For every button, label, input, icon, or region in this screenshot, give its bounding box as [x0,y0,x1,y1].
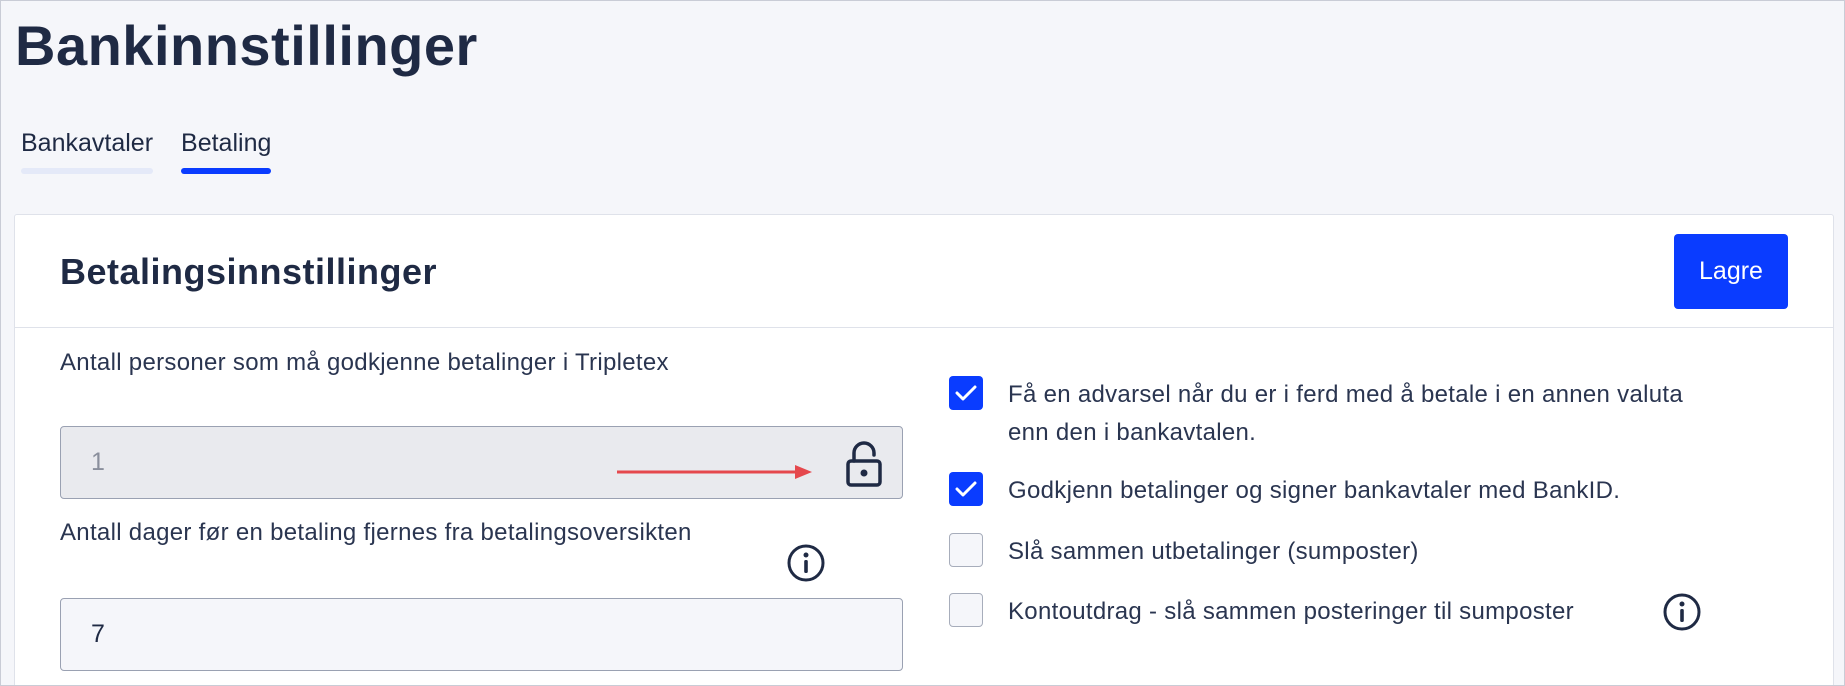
bankid-label: Godkjenn betalinger og signer bankavtale… [1008,477,1621,504]
option-statement-merge: Kontoutdrag - slå sammen posteringer til… [949,593,1574,631]
info-circle-icon[interactable] [786,543,826,583]
days-removed-value: 7 [91,620,105,648]
info-circle-icon[interactable] [1662,592,1702,632]
card-title: Betalingsinnstillinger [60,251,438,292]
unlocked-padlock-icon[interactable] [844,441,884,487]
merge-payouts-label: Slå sammen utbetalinger (sumposter) [1008,538,1419,565]
currency-warning-line1: Få en advarsel når du er i ferd med å be… [1008,381,1684,408]
tab-label: Bankavtaler [21,129,154,157]
currency-warning-checkbox[interactable] [949,376,983,410]
approvers-label: Antall personer som må godkjenne betalin… [60,349,669,376]
days-removed-label: Antall dager før en betaling fjernes fra… [60,519,692,546]
statement-merge-label: Kontoutdrag - slå sammen posteringer til… [1008,598,1574,625]
tab-betaling[interactable]: Betaling [181,129,272,174]
approvers-value: 1 [91,448,105,476]
option-currency-warning: Få en advarsel når du er i ferd med å be… [949,376,1683,452]
tab-bankavtaler[interactable]: Bankavtaler [21,129,154,174]
annotation-arrow [617,465,812,479]
checkmark-icon [955,481,977,497]
merge-payouts-checkbox[interactable] [949,533,983,567]
tab-underline [21,168,154,174]
option-bankid: Godkjenn betalinger og signer bankavtale… [949,472,1620,510]
card-header: Betalingsinnstillinger Lagre [15,215,1833,328]
save-button[interactable]: Lagre [1674,234,1788,309]
days-removed-input[interactable]: 7 [60,598,903,671]
payment-settings-card: Betalingsinnstillinger Lagre Antall pers… [14,214,1834,685]
checkmark-icon [955,385,977,401]
page-title: Bankinnstillinger [15,14,478,77]
app-frame: Bankinnstillinger Bankavtaler Betaling B… [0,0,1845,686]
currency-warning-label: Få en advarsel når du er i ferd med å be… [1008,376,1683,452]
option-merge-payouts: Slå sammen utbetalinger (sumposter) [949,533,1419,571]
bankid-checkbox[interactable] [949,472,983,506]
statement-merge-checkbox[interactable] [949,593,983,627]
currency-warning-line2: enn den i bankavtalen. [1008,419,1257,446]
tab-label: Betaling [181,129,272,157]
tab-bar: Bankavtaler Betaling [21,129,272,174]
tab-underline-active [181,168,272,174]
